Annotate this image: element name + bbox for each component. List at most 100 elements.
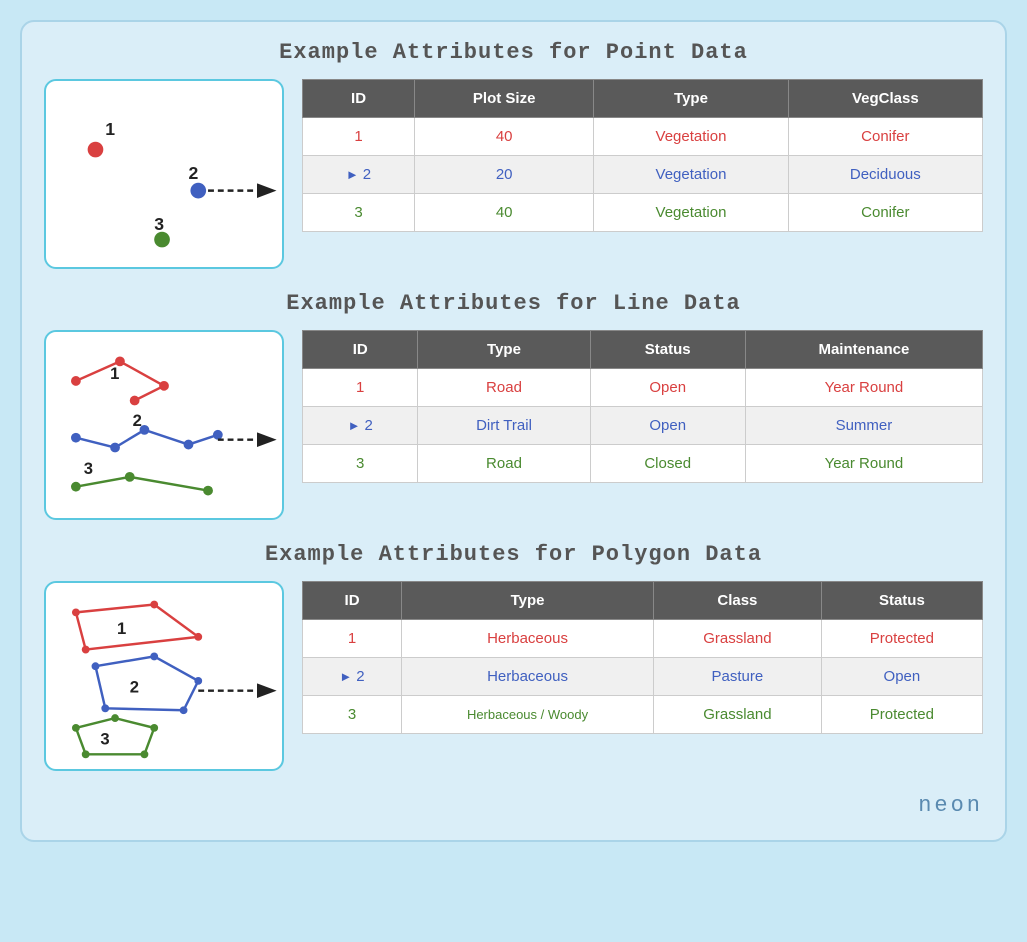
point-map-box: 1 2 3 <box>44 79 284 269</box>
line-green-dot1 <box>71 482 81 492</box>
section-polygon: Example Attributes for Polygon Data 1 <box>44 542 983 771</box>
line-green-dot2 <box>125 472 135 482</box>
poly-green-dot5 <box>82 750 90 758</box>
poly-row2-status: Open <box>821 658 982 696</box>
point-row1-id: 1 <box>303 118 415 156</box>
poly-red <box>76 605 198 650</box>
poly-label-3: 3 <box>100 730 109 749</box>
point-row2-type: Vegetation <box>594 156 788 194</box>
line-row3-type: Road <box>418 445 590 483</box>
line-map-box: 1 2 3 <box>44 330 284 520</box>
line-row1-maintenance: Year Round <box>745 369 982 407</box>
poly-row3-status: Protected <box>821 696 982 734</box>
section-point-row: 1 2 3 <box>44 79 983 269</box>
poly-row2-class: Pasture <box>653 658 821 696</box>
line-col-id: ID <box>303 331 418 369</box>
poly-col-status: Status <box>821 582 982 620</box>
polygon-table: ID Type Class Status 1 Herbaceous Grassl… <box>302 581 983 734</box>
table-row: ► 2 Herbaceous Pasture Open <box>303 658 983 696</box>
poly-blue-dot2 <box>150 653 158 661</box>
point-map-svg: 1 2 3 <box>46 81 282 267</box>
poly-col-class: Class <box>653 582 821 620</box>
point-row1-type: Vegetation <box>594 118 788 156</box>
poly-row1-class: Grassland <box>653 620 821 658</box>
poly-blue-dot4 <box>180 706 188 714</box>
poly-col-id: ID <box>303 582 402 620</box>
poly-red-dot3 <box>194 633 202 641</box>
line-row3-id: 3 <box>303 445 418 483</box>
point-col-vegclass: VegClass <box>788 80 982 118</box>
line-blue-dot1 <box>71 433 81 443</box>
main-container: Example Attributes for Point Data 1 2 3 <box>20 20 1007 842</box>
point-dot-2 <box>190 183 206 199</box>
polygon-map-svg: 1 2 <box>46 583 282 769</box>
line-label-1: 1 <box>110 364 119 383</box>
point-table: ID Plot Size Type VegClass 1 40 Vegetati… <box>302 79 983 232</box>
section-point: Example Attributes for Point Data 1 2 3 <box>44 40 983 269</box>
poly-green-dot1 <box>72 724 80 732</box>
point-row3-id: 3 <box>303 194 415 232</box>
poly-green <box>76 718 154 754</box>
poly-red-dot2 <box>150 601 158 609</box>
line-row1-status: Open <box>590 369 745 407</box>
line-blue-dot5 <box>213 430 223 440</box>
poly-green-dot3 <box>150 724 158 732</box>
table-row: 3 Herbaceous / Woody Grassland Protected <box>303 696 983 734</box>
line-red-dot1 <box>71 376 81 386</box>
poly-green-dot2 <box>111 714 119 722</box>
point-row1-vegclass: Conifer <box>788 118 982 156</box>
table-row: 3 40 Vegetation Conifer <box>303 194 983 232</box>
section-line: Example Attributes for Line Data 1 <box>44 291 983 520</box>
line-row3-maintenance: Year Round <box>745 445 982 483</box>
line-label-2: 2 <box>133 411 142 430</box>
line-row3-status: Closed <box>590 445 745 483</box>
point-col-plotsize: Plot Size <box>415 80 594 118</box>
poly-label-2: 2 <box>130 678 139 697</box>
poly-col-type: Type <box>402 582 654 620</box>
poly-row1-type: Herbaceous <box>402 620 654 658</box>
line-row1-type: Road <box>418 369 590 407</box>
line-row1-id: 1 <box>303 369 418 407</box>
poly-row3-id: 3 <box>303 696 402 734</box>
poly-row3-class: Grassland <box>653 696 821 734</box>
section-line-title: Example Attributes for Line Data <box>44 291 983 316</box>
point-label-1: 1 <box>105 119 115 139</box>
neon-logo: neon <box>44 793 983 818</box>
table-row: 1 Herbaceous Grassland Protected <box>303 620 983 658</box>
section-polygon-title: Example Attributes for Polygon Data <box>44 542 983 567</box>
poly-row2-id: ► 2 <box>303 658 402 696</box>
line-green <box>76 477 208 491</box>
point-col-type: Type <box>594 80 788 118</box>
line-row2-status: Open <box>590 407 745 445</box>
line-col-type: Type <box>418 331 590 369</box>
point-label-3: 3 <box>154 214 164 234</box>
section-polygon-row: 1 2 <box>44 581 983 771</box>
poly-blue-dot1 <box>92 662 100 670</box>
line-map-svg: 1 2 3 <box>46 332 282 518</box>
line-table: ID Type Status Maintenance 1 Road Open Y… <box>302 330 983 483</box>
poly-green-dot4 <box>141 750 149 758</box>
poly-row2-type: Herbaceous <box>402 658 654 696</box>
line-green-dot3 <box>203 486 213 496</box>
line-label-3: 3 <box>84 459 93 478</box>
line-row2-id: ► 2 <box>303 407 418 445</box>
point-col-id: ID <box>303 80 415 118</box>
point-label-2: 2 <box>188 163 198 183</box>
point-dot-3 <box>154 232 170 248</box>
table-row: ► 2 20 Vegetation Deciduous <box>303 156 983 194</box>
poly-blue-dot3 <box>194 677 202 685</box>
poly-row3-type: Herbaceous / Woody <box>402 696 654 734</box>
poly-red-dot4 <box>82 646 90 654</box>
point-row1-plotsize: 40 <box>415 118 594 156</box>
poly-row1-id: 1 <box>303 620 402 658</box>
line-row2-type: Dirt Trail <box>418 407 590 445</box>
poly-blue-dot5 <box>101 704 109 712</box>
table-row: 3 Road Closed Year Round <box>303 445 983 483</box>
poly-red-dot1 <box>72 608 80 616</box>
point-row2-plotsize: 20 <box>415 156 594 194</box>
line-red-dot4 <box>130 396 140 406</box>
line-col-maintenance: Maintenance <box>745 331 982 369</box>
polygon-map-box: 1 2 <box>44 581 284 771</box>
polygon-table-header-row: ID Type Class Status <box>303 582 983 620</box>
point-row3-type: Vegetation <box>594 194 788 232</box>
